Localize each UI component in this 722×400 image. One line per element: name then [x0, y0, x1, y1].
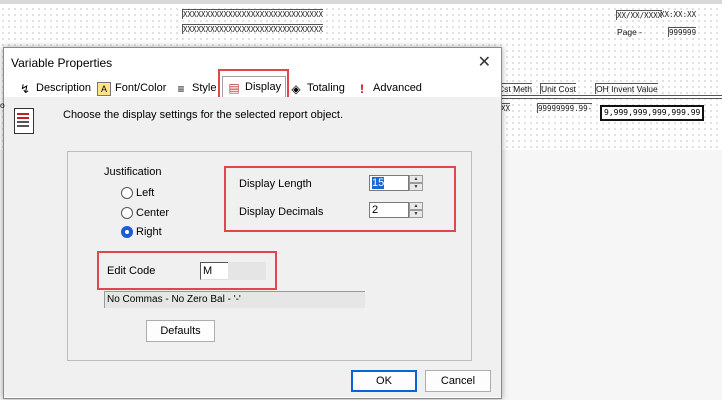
display-length-label: Display Length — [239, 178, 312, 190]
ok-button[interactable]: OK — [351, 370, 417, 392]
justify-right-radio[interactable]: Right — [121, 226, 162, 238]
column-header-unit-cost[interactable]: Unit Cost — [540, 83, 576, 94]
edit-code-label: Edit Code — [107, 265, 156, 277]
justify-left-radio[interactable]: Left — [121, 187, 154, 199]
tab-style[interactable]: ≡ Style — [174, 80, 216, 97]
tab-style-label: Style — [192, 82, 217, 94]
warning-icon: ! — [360, 81, 364, 96]
radio-right-indicator[interactable] — [121, 226, 133, 238]
canvas-top-bar — [0, 0, 722, 4]
radio-center-label: Center — [136, 207, 170, 219]
radio-left-indicator[interactable] — [121, 187, 133, 199]
display-decimals-input[interactable]: 2 — [369, 202, 409, 218]
edit-code-description: No Commas - No Zero Bal - '-' — [104, 291, 365, 308]
radio-center-indicator[interactable] — [121, 207, 133, 219]
edit-code-band — [228, 262, 266, 280]
report-date-field[interactable]: XX/XX/XXXX — [616, 10, 663, 20]
report-time-field[interactable]: XX:XX:XX — [660, 10, 696, 19]
display-decimals-spinner[interactable]: 2 ▲ ▼ — [369, 202, 423, 218]
display-length-value: 15 — [372, 177, 385, 189]
radio-right-label: Right — [136, 226, 162, 238]
display-decimals-value: 2 — [372, 204, 379, 216]
report-header-divider — [497, 95, 722, 96]
tab-description[interactable]: ↯ Description — [18, 80, 91, 97]
defaults-button[interactable]: Defaults — [146, 320, 215, 342]
cancel-button[interactable]: Cancel — [425, 370, 491, 392]
font-color-tab-icon: A — [97, 81, 111, 96]
spin-up-icon[interactable]: ▲ — [409, 202, 423, 210]
display-length-spin-buttons[interactable]: ▲ ▼ — [409, 175, 423, 191]
display-settings-icon — [14, 108, 34, 134]
selected-report-field-oh-value[interactable]: 9,999,999,999,999.99 — [600, 105, 705, 121]
edit-code-input[interactable]: M — [200, 262, 230, 280]
report-page-label[interactable]: Page - — [617, 27, 642, 37]
radio-left-label: Left — [136, 187, 155, 199]
tab-advanced[interactable]: ! Advanced — [355, 80, 422, 97]
column-header-oh-invent-value[interactable]: OH Invent Value — [595, 83, 658, 94]
report-header-divider-2 — [497, 98, 722, 99]
tab-description-label: Description — [36, 82, 92, 94]
display-length-spinner[interactable]: 15 ▲ ▼ — [369, 175, 423, 191]
tab-font-color-label: Font/Color — [115, 82, 167, 94]
close-icon[interactable]: ✕ — [478, 52, 491, 72]
report-header-field-1[interactable]: XXXXXXXXXXXXXXXXXXXXXXXXXXXXXXX — [182, 9, 323, 19]
left-stub: o — [0, 100, 5, 110]
tab-totaling-label: Totaling — [307, 82, 345, 94]
display-length-input[interactable]: 15 — [369, 175, 409, 191]
spin-up-icon[interactable]: ▲ — [409, 175, 423, 183]
report-field-unit-cost[interactable]: 99999999.99- — [537, 103, 593, 113]
totaling-tab-icon: ◈ — [291, 81, 301, 96]
justify-center-radio[interactable]: Center — [121, 207, 169, 219]
instruction-text: Choose the display settings for the sele… — [63, 109, 344, 121]
spin-down-icon[interactable]: ▼ — [409, 210, 423, 218]
display-decimals-spin-buttons[interactable]: ▲ ▼ — [409, 202, 423, 218]
justification-label: Justification — [104, 166, 162, 178]
display-decimals-label: Display Decimals — [239, 206, 324, 218]
tab-font-color[interactable]: A Font/Color — [97, 80, 166, 97]
dialog-title: Variable Properties — [11, 56, 113, 70]
report-page-field[interactable]: 999999 — [668, 27, 697, 37]
spin-down-icon[interactable]: ▼ — [409, 183, 423, 191]
column-header-cst-meth[interactable]: Cst Meth — [497, 83, 533, 94]
tab-totaling[interactable]: ◈ Totaling — [289, 80, 345, 97]
report-header-field-2[interactable]: XXXXXXXXXXXXXXXXXXXXXXXXXXXXXXX — [182, 24, 323, 34]
description-tab-icon: ↯ — [19, 81, 31, 96]
tab-advanced-label: Advanced — [373, 82, 422, 94]
style-tab-icon: ≡ — [177, 81, 185, 96]
